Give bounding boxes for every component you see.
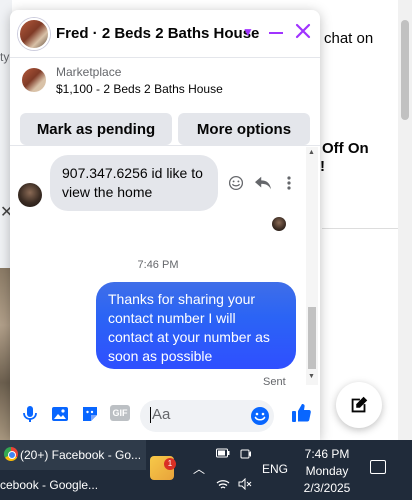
conversation-title[interactable]: Fred · 2 Beds 2 Baths House — [56, 25, 259, 42]
taskbar-window-title[interactable]: (20+) Facebook - Go... — [20, 448, 141, 462]
message-list: 907.347.6256 id like to view the home 7:… — [10, 147, 320, 385]
chat-window: Fred · 2 Beds 2 Baths House ▼ Marketplac… — [10, 10, 320, 440]
marketplace-listing-card: Marketplace $1,100 - 2 Beds 2 Baths Hous… — [10, 58, 320, 146]
chrome-icon — [4, 447, 18, 461]
show-hidden-icons-icon[interactable]: ︿ — [193, 460, 205, 477]
sticker-icon[interactable] — [80, 404, 100, 424]
compose-icon — [351, 396, 368, 413]
close-icon[interactable] — [292, 20, 314, 42]
listing-price-title[interactable]: $1,100 - 2 Beds 2 Baths House — [56, 82, 223, 96]
battery-icon[interactable] — [216, 448, 230, 458]
message-timestamp: 7:46 PM — [137, 259, 179, 271]
divider — [322, 228, 400, 229]
taskbar: (20+) Facebook - Go... cebook - Google..… — [0, 440, 412, 500]
language-indicator[interactable]: ENG — [262, 462, 288, 476]
camera-icon[interactable] — [240, 448, 252, 460]
avatar[interactable] — [18, 183, 42, 207]
page-scrollbar-thumb[interactable] — [401, 20, 409, 120]
minimize-icon[interactable] — [266, 22, 286, 42]
clock-day: Monday — [305, 464, 349, 478]
wifi-icon[interactable] — [216, 478, 230, 490]
notification-badge: 1 — [164, 458, 176, 470]
more-options-button[interactable]: More options — [178, 113, 310, 145]
volume-muted-icon[interactable] — [238, 478, 252, 490]
background-text-fragment: ty — [0, 50, 10, 64]
message-status: Sent — [263, 376, 286, 385]
message-composer: GIF Aa — [10, 392, 320, 438]
chat-scrollbar-thumb[interactable] — [308, 307, 316, 369]
outgoing-message[interactable]: Thanks for sharing your contact number I… — [96, 282, 296, 369]
listing-thumbnail[interactable] — [22, 68, 46, 92]
photo-icon[interactable] — [50, 404, 70, 424]
clock-time: 7:46 PM — [304, 447, 350, 461]
chat-header[interactable]: Fred · 2 Beds 2 Baths House ▼ — [10, 10, 320, 58]
clock-date: 2/3/2025 — [303, 481, 351, 495]
gif-icon[interactable]: GIF — [110, 405, 130, 421]
background-chat-text: chat on — [324, 30, 374, 47]
emoji-icon[interactable] — [250, 406, 270, 426]
text-caret — [150, 407, 151, 424]
new-message-button[interactable] — [336, 382, 382, 428]
incoming-message[interactable]: 907.347.6256 id like to view the home — [50, 155, 218, 211]
mark-as-pending-button[interactable]: Mark as pending — [20, 113, 172, 145]
notification-center-icon[interactable] — [370, 460, 386, 474]
background-exclaim-text: ! — [320, 158, 325, 175]
thumbs-up-icon[interactable] — [290, 402, 312, 424]
reply-icon[interactable] — [254, 175, 272, 191]
message-actions — [228, 175, 302, 195]
listing-source: Marketplace — [56, 65, 122, 79]
more-icon[interactable] — [286, 175, 292, 191]
microphone-icon[interactable] — [20, 404, 40, 424]
message-input-placeholder: Aa — [152, 406, 171, 423]
avatar[interactable] — [18, 18, 50, 50]
seen-indicator-avatar — [272, 217, 286, 231]
listing-photo-edge — [0, 268, 10, 440]
scroll-up-arrow-icon[interactable]: ▲ — [308, 149, 315, 156]
scroll-down-arrow-icon[interactable]: ▼ — [308, 373, 315, 380]
chevron-down-icon[interactable]: ▼ — [242, 25, 254, 39]
taskbar-window-title-2[interactable]: cebook - Google... — [0, 478, 98, 492]
emoji-reaction-icon[interactable] — [228, 175, 244, 191]
background-offer-text: Off On — [322, 140, 369, 157]
clock[interactable]: 7:46 PM Monday 2/3/2025 — [300, 446, 354, 497]
